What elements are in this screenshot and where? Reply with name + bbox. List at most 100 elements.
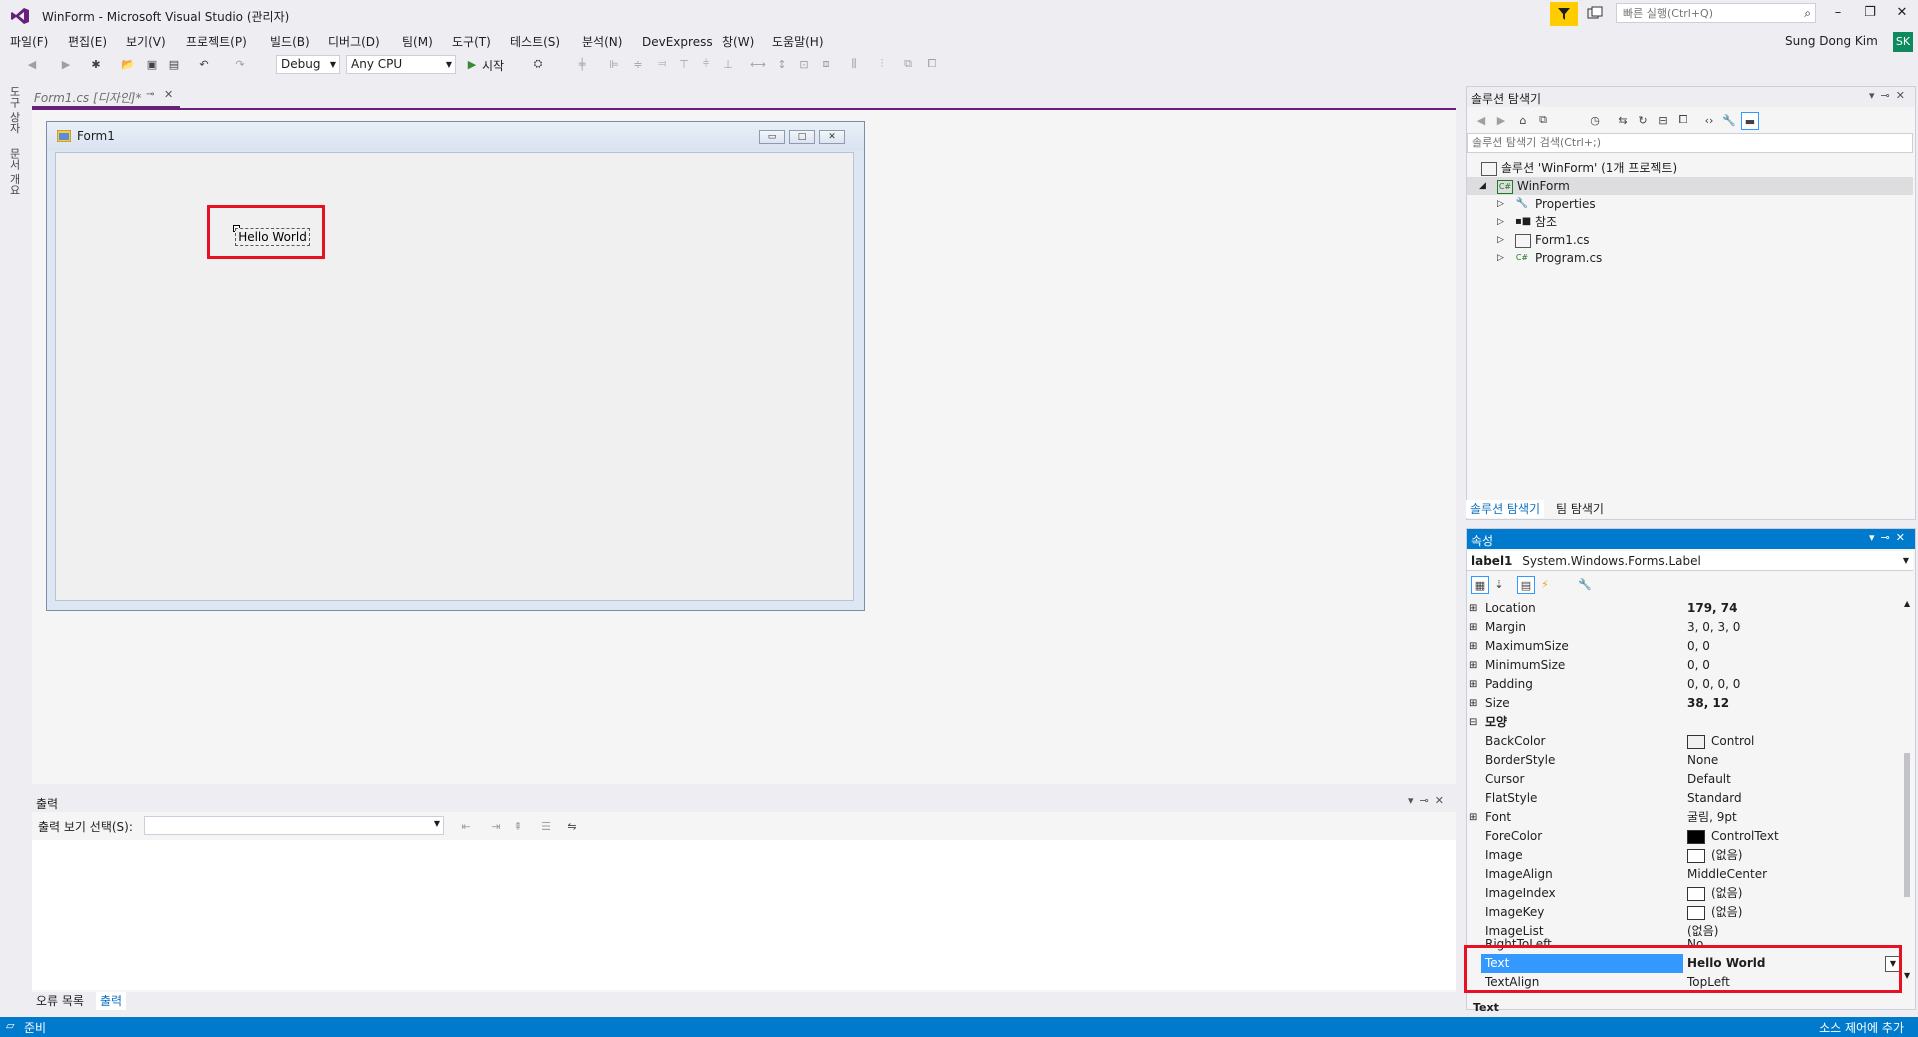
property-value[interactable]: 38, 12 <box>1687 694 1729 713</box>
size-to-grid-icon[interactable]: ⊡ <box>796 56 812 72</box>
avatar[interactable]: SK <box>1893 32 1913 52</box>
property-value[interactable]: ControlText <box>1687 827 1779 846</box>
refresh-icon[interactable]: ↻ <box>1635 112 1651 128</box>
start-icon[interactable]: ▶ <box>464 56 480 72</box>
expand-icon[interactable]: ⊞ <box>1469 694 1477 713</box>
menu-tools[interactable]: 도구(T) <box>452 32 491 52</box>
property-row[interactable]: ImageAlign MiddleCenter <box>1467 865 1899 884</box>
align-grid-icon[interactable]: ╪ <box>574 56 590 72</box>
property-row[interactable]: ⊞ MinimumSize 0, 0 <box>1467 656 1899 675</box>
output-source-dropdown[interactable]: ▼ <box>144 816 444 835</box>
property-value[interactable]: MiddleCenter <box>1687 865 1767 884</box>
start-button[interactable]: 시작 <box>482 57 504 74</box>
scroll-thumb[interactable] <box>1904 753 1910 897</box>
expand-icon[interactable]: ⊞ <box>1469 656 1477 675</box>
property-value[interactable]: None <box>1687 751 1718 770</box>
alphabetical-icon[interactable]: ⇣ <box>1491 576 1507 592</box>
property-row[interactable]: BackColor Control <box>1467 732 1899 751</box>
minimize-button[interactable]: – <box>1824 4 1852 22</box>
make-same-height-icon[interactable]: ↕ <box>774 56 790 72</box>
properties-icon[interactable]: 🔧 <box>1721 112 1737 128</box>
property-row[interactable]: BorderStyle None <box>1467 751 1899 770</box>
tree-item-properties[interactable]: ▷ 🔧 Properties <box>1467 195 1913 213</box>
tab-team-explorer[interactable]: 팀 탐색기 <box>1552 500 1608 518</box>
align-middles-icon[interactable]: ⫩ <box>698 56 714 72</box>
align-lefts-icon[interactable]: ⊫ <box>606 56 622 72</box>
property-row[interactable]: ImageIndex (없음) <box>1467 884 1899 903</box>
send-to-back-icon[interactable]: ⧠ <box>924 56 940 72</box>
tree-item-project[interactable]: ◢ C# WinForm <box>1467 177 1913 195</box>
feedback-icon[interactable] <box>1586 5 1604 23</box>
property-value[interactable]: 0, 0, 0, 0 <box>1687 675 1740 694</box>
redo-icon[interactable]: ↷ <box>232 56 248 72</box>
menu-debug[interactable]: 디버그(D) <box>328 32 380 52</box>
property-value[interactable]: 0, 0 <box>1687 637 1710 656</box>
property-row[interactable]: ⊞ MaximumSize 0, 0 <box>1467 637 1899 656</box>
word-wrap-icon[interactable]: ⇋ <box>564 818 580 834</box>
expand-icon[interactable]: ⊞ <box>1469 599 1477 618</box>
notification-filter-icon[interactable] <box>1550 2 1578 26</box>
collapse-all-icon[interactable]: ⊟ <box>1655 112 1671 128</box>
pending-changes-icon[interactable]: ◷ <box>1587 112 1603 128</box>
tree-item-form1[interactable]: ▷ Form1.cs <box>1467 231 1913 249</box>
menu-build[interactable]: 빌드(B) <box>270 32 310 52</box>
goto-next-icon[interactable]: ⇥ <box>488 818 504 834</box>
solution-config-dropdown[interactable]: Debug ▼ <box>276 55 340 74</box>
undo-icon[interactable]: ↶ <box>196 56 212 72</box>
toolbox-tab[interactable]: 도구 상자 <box>6 86 22 134</box>
property-row[interactable]: ⊞ Padding 0, 0, 0, 0 <box>1467 675 1899 694</box>
panel-window-controls[interactable]: ▾⊸✕ <box>1869 531 1911 544</box>
property-pages-icon[interactable]: 🔧 <box>1577 576 1593 592</box>
menu-edit[interactable]: 편집(E) <box>68 32 107 52</box>
property-row[interactable]: ⊟ 모양 <box>1467 713 1899 732</box>
property-row[interactable]: ForeColor ControlText <box>1467 827 1899 846</box>
panel-window-controls[interactable]: ▾⊸✕ <box>1869 89 1911 102</box>
tab-form1-designer[interactable]: Form1.cs [디자인]* ⊸ ✕ <box>32 86 180 108</box>
collapse-icon[interactable]: ⊟ <box>1469 713 1477 732</box>
save-icon[interactable]: ▣ <box>144 56 160 72</box>
form-designer-window[interactable]: Form1 ▭ □ ✕ Hello World <box>46 121 865 611</box>
property-value[interactable]: 179, 74 <box>1687 599 1737 618</box>
make-same-width-icon[interactable]: ⟷ <box>750 56 766 72</box>
expand-icon[interactable]: ⊞ <box>1469 637 1477 656</box>
menu-test[interactable]: 테스트(S) <box>510 32 560 52</box>
align-tops-icon[interactable]: ⊤ <box>676 56 692 72</box>
align-bottoms-icon[interactable]: ⊥ <box>720 56 736 72</box>
home-icon[interactable]: ⌂ <box>1515 112 1531 128</box>
forward-icon[interactable]: ▶ <box>1493 112 1509 128</box>
scroll-up-icon[interactable]: ▲ <box>1904 599 1910 608</box>
browser-link-icon[interactable]: ⛭ <box>530 56 546 72</box>
menu-project[interactable]: 프로젝트(P) <box>186 32 247 52</box>
object-selector-dropdown[interactable]: label1 System.Windows.Forms.Label ▼ <box>1467 551 1913 571</box>
back-icon[interactable]: ◀ <box>24 56 40 72</box>
property-row[interactable]: ⊞ Location 179, 74 <box>1467 599 1899 618</box>
property-row[interactable]: ⊞ Size 38, 12 <box>1467 694 1899 713</box>
expand-icon[interactable]: ⊞ <box>1469 675 1477 694</box>
close-tab-icon[interactable]: ✕ <box>164 88 173 101</box>
platform-dropdown[interactable]: Any CPU ▼ <box>346 55 456 74</box>
property-value[interactable]: Control <box>1687 732 1754 751</box>
properties-view-icon[interactable]: ▤ <box>1517 576 1535 594</box>
bring-to-front-icon[interactable]: ⧉ <box>900 56 916 72</box>
show-all-files-icon[interactable]: ⧠ <box>1675 112 1691 128</box>
expand-icon[interactable]: ⊞ <box>1469 618 1477 637</box>
goto-previous-icon[interactable]: ⇤ <box>458 818 474 834</box>
property-value[interactable]: (없음) <box>1687 903 1742 922</box>
property-row[interactable]: Image (없음) <box>1467 846 1899 865</box>
menu-devexpress[interactable]: DevExpress <box>642 32 713 52</box>
save-all-icon[interactable]: ▤ <box>166 56 182 72</box>
menu-file[interactable]: 파일(F) <box>10 32 48 52</box>
menu-analyze[interactable]: 분석(N) <box>582 32 622 52</box>
make-same-size-icon[interactable]: ⧈ <box>818 56 834 72</box>
document-outline-tab[interactable]: 문서 개요 <box>6 148 22 196</box>
new-project-icon[interactable]: ✱ <box>88 56 104 72</box>
property-value[interactable]: 굴림, 9pt <box>1687 808 1737 827</box>
tree-item-references[interactable]: ▷ ▪■ 참조 <box>1467 213 1913 231</box>
property-value[interactable]: (없음) <box>1687 884 1742 903</box>
quick-launch-box[interactable]: ⌕ <box>1616 3 1816 23</box>
open-file-icon[interactable]: 📂 <box>120 56 136 72</box>
tree-item-solution[interactable]: 솔루션 'WinForm' (1개 프로젝트) <box>1467 159 1913 177</box>
property-row[interactable]: ⊞ Font 굴림, 9pt <box>1467 808 1899 827</box>
tab-solution-explorer[interactable]: 솔루션 탐색기 <box>1466 500 1545 518</box>
quick-launch-input[interactable] <box>1617 4 1799 22</box>
